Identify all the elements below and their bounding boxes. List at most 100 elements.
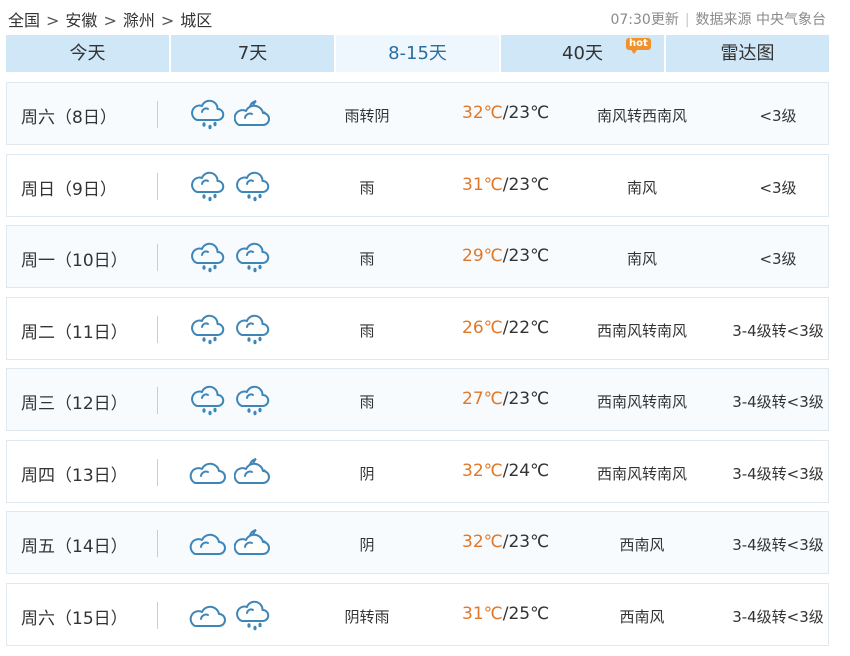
high-temp: 32℃ — [462, 460, 503, 481]
wind-level: <3级 — [759, 107, 797, 125]
wind-direction: 西南风 — [619, 607, 665, 626]
wind-direction: 西南风 — [619, 536, 665, 554]
low-temp: 23℃ — [508, 389, 550, 409]
breadcrumb: 全国 > 安徽 > 滁州 > 城区 — [8, 7, 212, 31]
weather-condition: 雨 — [359, 321, 375, 340]
rain-cloud-icon — [234, 312, 272, 346]
overcast-cloud-icon — [189, 526, 227, 560]
breadcrumb-item-city[interactable]: 滁州 — [123, 11, 155, 30]
data-source: 数据来源 中央气象台 — [695, 12, 826, 28]
breadcrumb-separator: > — [160, 11, 175, 30]
rain-cloud-icon — [189, 97, 227, 131]
day-label: 周一（10日） — [21, 251, 128, 271]
wind-level: 3-4级转<3级 — [732, 393, 824, 411]
forecast-row: 周四（13日） 阴 32℃/24℃ 西南风转南风 3-4级转<3级 — [6, 439, 829, 503]
breadcrumb-separator: > — [46, 11, 60, 30]
wind-level: 3-4级转<3级 — [732, 607, 824, 626]
forecast-row: 周一（10日） 雨 29℃/23℃ 南风 <3级 — [6, 225, 829, 288]
weather-condition: 雨 — [359, 393, 375, 411]
forecast-row: 周六（15日） 阴转雨 31℃/25℃ 西南风 3-4级转<3级 — [6, 582, 829, 646]
wind-level: 3-4级转<3级 — [732, 464, 824, 483]
tab-7-days[interactable]: 7天 — [171, 35, 336, 72]
wind-direction: 南风转西南风 — [596, 107, 687, 125]
temperature: 26℃/22℃ — [462, 318, 549, 338]
divider — [157, 530, 158, 557]
divider — [157, 101, 158, 128]
high-temp: 31℃ — [462, 603, 503, 624]
overcast-cloud-icon — [189, 455, 227, 489]
rain-cloud-icon — [234, 598, 272, 632]
rain-cloud-icon — [189, 383, 227, 417]
high-temp: 32℃ — [462, 103, 503, 123]
wind-level: 3-4级转<3级 — [732, 536, 824, 554]
wind-level: <3级 — [759, 250, 797, 268]
breadcrumb-separator: > — [103, 11, 117, 30]
weather-condition: 阴转雨 — [344, 607, 390, 626]
tab-40-days[interactable]: 40天 hot — [501, 35, 666, 72]
rain-cloud-icon — [234, 169, 272, 203]
wind-direction: 南风 — [626, 178, 657, 197]
temperature: 32℃/24℃ — [462, 461, 549, 481]
breadcrumb-item-country[interactable]: 全国 — [8, 11, 40, 30]
temperature: 31℃/23℃ — [462, 175, 549, 195]
low-temp: 23℃ — [508, 532, 550, 552]
day-label: 周五（14日） — [21, 537, 128, 557]
wind-level: <3级 — [759, 178, 797, 197]
update-time: 07:30更新 — [610, 12, 679, 28]
breadcrumb-item-district: 城区 — [180, 11, 213, 30]
low-temp: 23℃ — [508, 246, 550, 266]
rain-cloud-icon — [234, 383, 272, 417]
high-temp: 31℃ — [462, 174, 503, 195]
wind-direction: 南风 — [626, 250, 657, 268]
forecast-list: 周六（8日） 雨转阴 32℃/23℃ 南风转西南风 <3级 周日（9日） 雨 3… — [6, 82, 829, 654]
temperature: 29℃/23℃ — [462, 246, 549, 266]
rain-cloud-icon — [189, 240, 227, 274]
wind-direction: 西南风转南风 — [596, 464, 687, 483]
day-label: 周六（8日） — [21, 108, 117, 128]
weather-condition: 阴 — [359, 536, 375, 554]
high-temp: 29℃ — [462, 246, 503, 266]
forecast-row: 周六（8日） 雨转阴 32℃/23℃ 南风转西南风 <3级 — [6, 82, 829, 145]
divider — [157, 315, 158, 343]
breadcrumb-item-province[interactable]: 安徽 — [65, 11, 97, 30]
temperature: 32℃/23℃ — [462, 532, 549, 552]
divider — [157, 601, 158, 629]
high-temp: 27℃ — [462, 389, 503, 409]
day-label: 周四（13日） — [21, 465, 128, 486]
rain-cloud-icon — [189, 169, 227, 203]
high-temp: 26℃ — [462, 317, 503, 338]
tab-8-15-days[interactable]: 8-15天 — [336, 35, 501, 72]
rain-cloud-icon — [189, 312, 227, 346]
hot-badge: hot — [626, 38, 651, 54]
tab-today[interactable]: 今天 — [6, 35, 171, 72]
weather-condition: 雨 — [359, 250, 375, 268]
divider — [157, 172, 158, 200]
tab-40-days-label: 40天 — [562, 43, 603, 64]
weather-condition: 雨转阴 — [344, 107, 390, 125]
weather-condition: 雨 — [359, 178, 375, 197]
temperature: 31℃/25℃ — [462, 604, 549, 624]
update-info: 07:30更新 | 数据来源 中央气象台 — [610, 9, 826, 29]
tab-radar[interactable]: 雷达图 — [666, 35, 829, 72]
wind-direction: 西南风转南风 — [596, 321, 687, 340]
weather-condition: 阴 — [359, 464, 375, 483]
high-temp: 32℃ — [462, 532, 503, 552]
cloudy-night-icon — [233, 455, 272, 489]
day-label: 周六（15日） — [21, 608, 128, 629]
top-bar: 全国 > 安徽 > 滁州 > 城区 07:30更新 | 数据来源 中央气象台 — [0, 0, 850, 34]
divider — [157, 458, 158, 486]
low-temp: 24℃ — [508, 460, 550, 481]
divider — [157, 244, 158, 271]
cloudy-night-icon — [233, 526, 272, 560]
forecast-row: 周日（9日） 雨 31℃/23℃ 南风 <3级 — [6, 153, 829, 217]
forecast-row: 周五（14日） 阴 32℃/23℃ 西南风 3-4级转<3级 — [6, 511, 829, 574]
low-temp: 25℃ — [508, 603, 550, 624]
rain-cloud-icon — [234, 240, 272, 274]
day-label: 周三（12日） — [21, 394, 128, 414]
wind-direction: 西南风转南风 — [596, 393, 687, 411]
temperature: 32℃/23℃ — [462, 103, 549, 123]
temperature: 27℃/23℃ — [462, 389, 549, 409]
forecast-tabs: 今天 7天 8-15天 40天 hot 雷达图 — [6, 35, 829, 72]
forecast-row: 周二（11日） 雨 26℃/22℃ 西南风转南风 3-4级转<3级 — [6, 296, 829, 360]
low-temp: 23℃ — [508, 103, 550, 123]
